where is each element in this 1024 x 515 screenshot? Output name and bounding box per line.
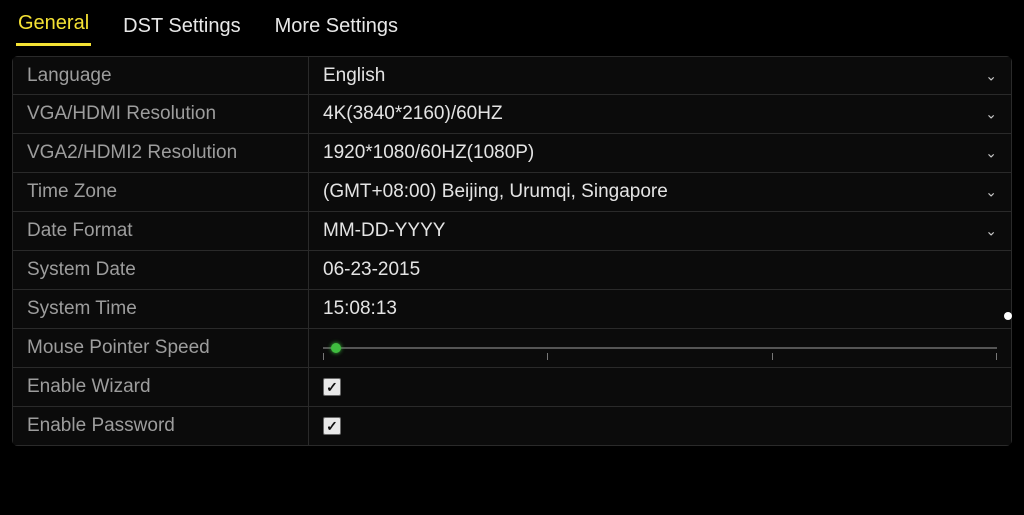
systemdate-value: 06-23-2015 xyxy=(323,259,420,281)
chevron-down-icon: ⌄ xyxy=(985,67,997,84)
tab-dst[interactable]: DST Settings xyxy=(121,11,242,46)
timezone-value: (GMT+08:00) Beijing, Urumqi, Singapore xyxy=(323,181,668,203)
systemtime-label: System Time xyxy=(13,290,309,328)
language-value: English xyxy=(323,65,385,87)
password-field: ✓ xyxy=(309,407,1011,445)
resolution2-select[interactable]: 1920*1080/60HZ(1080P) ⌄ xyxy=(309,134,1011,172)
language-select[interactable]: English ⌄ xyxy=(309,57,1011,94)
wizard-field: ✓ xyxy=(309,368,1011,406)
systemtime-field[interactable]: 15:08:13 xyxy=(309,290,1011,328)
slider-ticks xyxy=(323,353,997,360)
language-label: Language xyxy=(13,57,309,94)
chevron-down-icon: ⌄ xyxy=(985,106,997,123)
resolution1-select[interactable]: 4K(3840*2160)/60HZ ⌄ xyxy=(309,95,1011,133)
resolution2-label: VGA2/HDMI2 Resolution xyxy=(13,134,309,172)
systemtime-value: 15:08:13 xyxy=(323,298,397,320)
dateformat-label: Date Format xyxy=(13,212,309,250)
chevron-down-icon: ⌄ xyxy=(985,184,997,201)
tab-general[interactable]: General xyxy=(16,8,91,46)
settings-panel: Language English ⌄ VGA/HDMI Resolution 4… xyxy=(12,56,1012,446)
slider-thumb[interactable] xyxy=(331,343,341,353)
tab-more[interactable]: More Settings xyxy=(273,11,400,46)
chevron-down-icon: ⌄ xyxy=(985,223,997,240)
wizard-label: Enable Wizard xyxy=(13,368,309,406)
chevron-down-icon: ⌄ xyxy=(985,145,997,162)
timezone-label: Time Zone xyxy=(13,173,309,211)
password-checkbox[interactable]: ✓ xyxy=(323,417,341,435)
tab-bar: General DST Settings More Settings xyxy=(0,0,1024,46)
systemdate-field[interactable]: 06-23-2015 xyxy=(309,251,1011,289)
timezone-select[interactable]: (GMT+08:00) Beijing, Urumqi, Singapore ⌄ xyxy=(309,173,1011,211)
systemdate-label: System Date xyxy=(13,251,309,289)
resolution2-value: 1920*1080/60HZ(1080P) xyxy=(323,142,534,164)
wizard-checkbox[interactable]: ✓ xyxy=(323,378,341,396)
resolution1-value: 4K(3840*2160)/60HZ xyxy=(323,103,503,125)
password-label: Enable Password xyxy=(13,407,309,445)
resolution1-label: VGA/HDMI Resolution xyxy=(13,95,309,133)
mousespeed-slider[interactable] xyxy=(309,329,1011,367)
dateformat-select[interactable]: MM-DD-YYYY ⌄ xyxy=(309,212,1011,250)
mousespeed-label: Mouse Pointer Speed xyxy=(13,329,309,367)
dateformat-value: MM-DD-YYYY xyxy=(323,220,445,242)
slider-track xyxy=(323,347,997,349)
